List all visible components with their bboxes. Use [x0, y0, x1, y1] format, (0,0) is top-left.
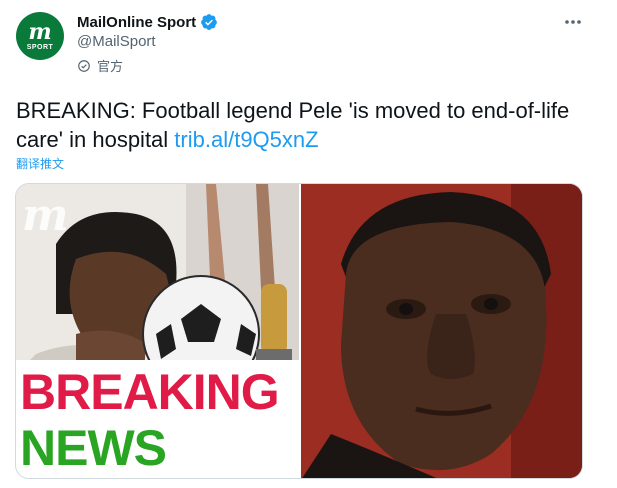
handle[interactable]: @MailSport [77, 33, 156, 50]
more-options-icon[interactable] [561, 12, 585, 32]
display-name[interactable]: MailOnline Sport [77, 14, 196, 31]
translate-tweet-link[interactable]: 翻译推文 [16, 155, 64, 172]
news-word: NEWS [20, 420, 167, 476]
media-grid: m BREAKING NEWS [15, 183, 583, 479]
official-text: 官方 [97, 59, 124, 74]
daily-mail-watermark: m [22, 190, 69, 241]
media-image-left[interactable]: m BREAKING NEWS [16, 184, 299, 478]
pele-portrait-photo [301, 184, 582, 478]
verified-badge-icon [201, 14, 218, 30]
avatar[interactable]: m SPORT [16, 12, 64, 60]
tweet-link[interactable]: trib.al/t9Q5xnZ [174, 127, 318, 152]
avatar-logo-sub: SPORT [26, 43, 54, 51]
media-image-right[interactable] [301, 184, 582, 478]
breaking-news-panel: BREAKING NEWS [16, 360, 299, 478]
name-row: MailOnline Sport [77, 13, 218, 31]
tweet-text: BREAKING: Football legend Pele 'is moved… [16, 96, 586, 154]
official-label: 官方 [77, 56, 123, 75]
avatar-logo-letter: m [28, 18, 52, 45]
official-check-icon [78, 59, 90, 72]
breaking-word: BREAKING [20, 364, 280, 420]
